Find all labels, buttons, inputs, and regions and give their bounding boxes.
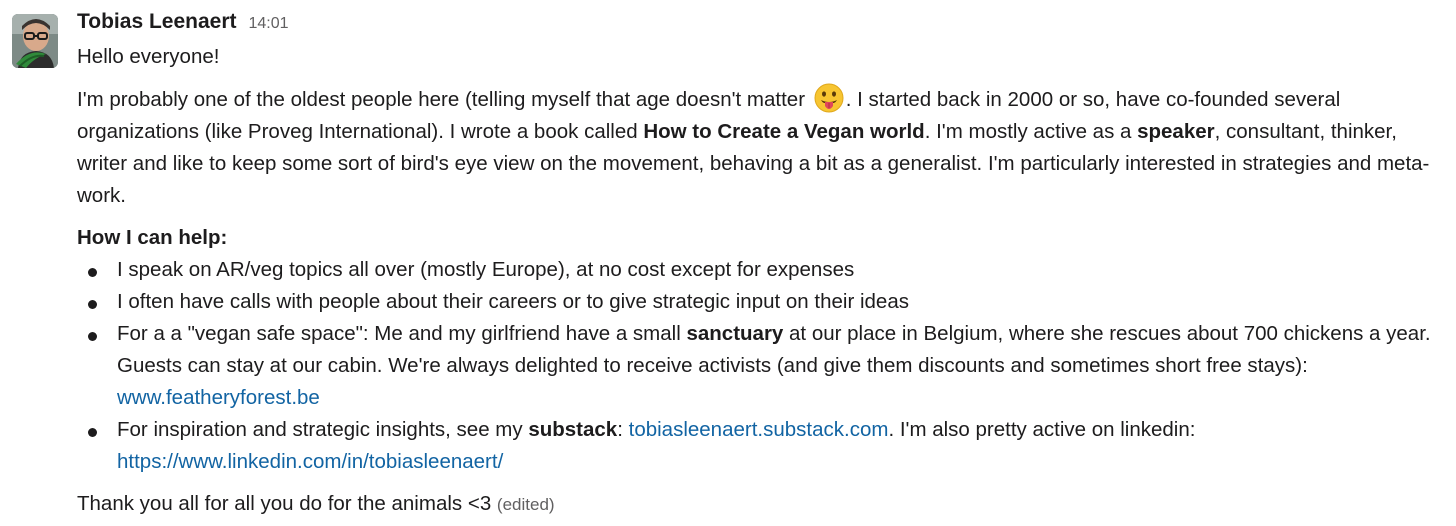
greeting: Hello everyone! xyxy=(77,45,220,68)
sanctuary-bold: sanctuary xyxy=(686,322,784,345)
list-item: For inspiration and strategic insights, … xyxy=(77,414,1447,478)
message-body: Tobias Leenaert 14:01 Hello everyone! I'… xyxy=(77,10,1447,521)
bullet-text-sanctuary-1: For a a "vegan safe space": Me and my gi… xyxy=(117,322,687,345)
speaker-bold: speaker xyxy=(1137,120,1215,143)
substack-bold: substack xyxy=(528,418,618,441)
face-with-tongue-icon xyxy=(814,83,844,113)
book-title: How to Create a Vegan world xyxy=(643,120,925,143)
chat-message: Tobias Leenaert 14:01 Hello everyone! I'… xyxy=(0,0,1456,526)
help-title: How I can help: xyxy=(77,226,228,249)
list-item: I speak on AR/veg topics all over (mostl… xyxy=(77,254,1447,286)
substack-link[interactable]: tobiasleenaert.substack.com xyxy=(629,418,889,441)
message-text: Hello everyone! I'm probably one of the … xyxy=(77,41,1447,521)
avatar[interactable] xyxy=(12,14,58,68)
closing-line: Thank you all for all you do for the ani… xyxy=(77,488,1447,521)
bullet-text-substack-1: For inspiration and strategic insights, … xyxy=(117,418,529,441)
linkedin-link[interactable]: https://www.linkedin.com/in/tobiasleenae… xyxy=(117,450,503,473)
bullet-text-substack-3: . I'm also pretty active on linkedin: xyxy=(888,418,1196,441)
bullet-text-substack-2: : xyxy=(617,418,629,441)
intro-text-3: . I'm mostly active as a xyxy=(924,120,1138,143)
bullet-text-calls: I often have calls with people about the… xyxy=(117,290,909,313)
message-header: Tobias Leenaert 14:01 xyxy=(77,10,1447,40)
intro-text-1: I'm probably one of the oldest people he… xyxy=(77,88,811,111)
message-timestamp[interactable]: 14:01 xyxy=(249,15,289,33)
list-item: For a a "vegan safe space": Me and my gi… xyxy=(77,318,1447,414)
bullet-text-speaking: I speak on AR/veg topics all over (mostl… xyxy=(117,258,855,281)
help-list: I speak on AR/veg topics all over (mostl… xyxy=(77,254,1447,478)
edited-label: (edited) xyxy=(496,495,555,514)
avatar-photo xyxy=(12,14,58,68)
list-item: I often have calls with people about the… xyxy=(77,286,1447,318)
featheryforest-link[interactable]: www.featheryforest.be xyxy=(117,386,320,409)
intro-paragraph: I'm probably one of the oldest people he… xyxy=(77,83,1447,212)
closing-text: Thank you all for all you do for the ani… xyxy=(77,492,492,515)
author-name[interactable]: Tobias Leenaert xyxy=(77,10,237,34)
